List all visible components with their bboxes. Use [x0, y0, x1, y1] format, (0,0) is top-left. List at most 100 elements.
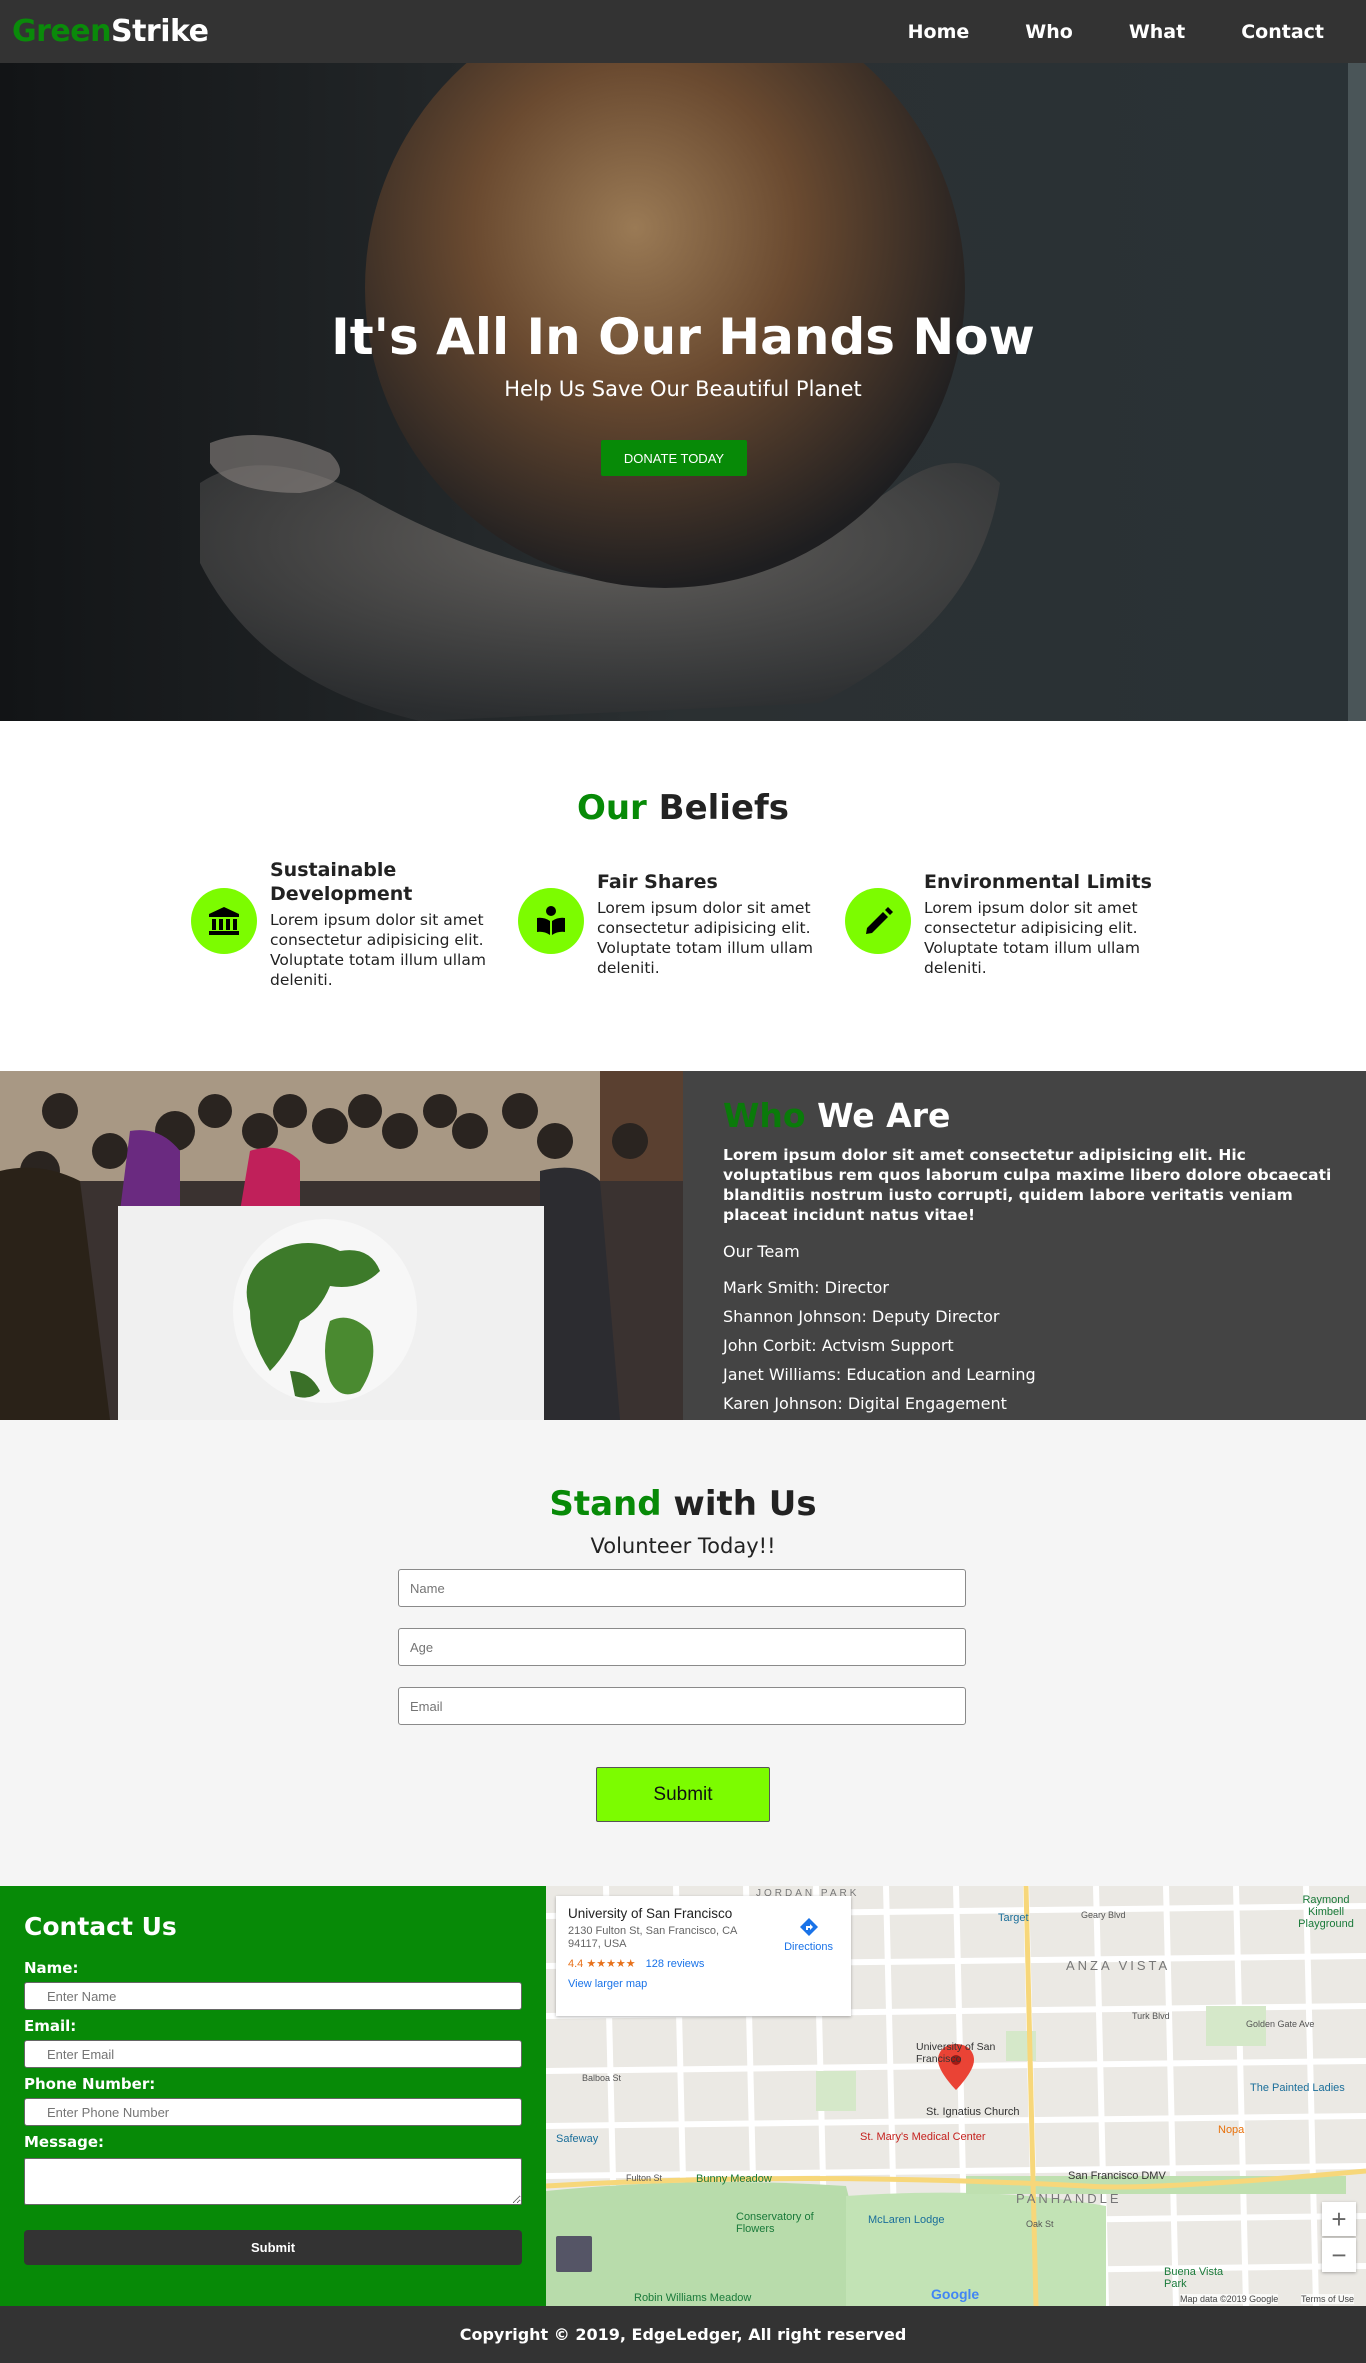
- pencil-icon: [845, 888, 911, 954]
- map-label-fulton: Fulton St: [626, 2173, 663, 2183]
- belief-card-sustainable: Sustainable Development Lorem ipsum dolo…: [191, 858, 501, 998]
- map-label-conservatory: Conservatory of Flowers: [736, 2211, 814, 2235]
- team-heading: Our Team: [723, 1242, 800, 1261]
- who-lead-text: Lorem ipsum dolor sit amet consectetur a…: [723, 1146, 1332, 1224]
- map-label-target: Target: [998, 1912, 1029, 1924]
- map-rating: 4.4 ★★★★★ 128 reviews: [568, 1957, 839, 1970]
- beliefs-title: Our Beliefs: [0, 788, 1366, 828]
- belief-card-fair-shares: Fair Shares Lorem ipsum dolor sit amet c…: [518, 858, 828, 998]
- zoom-out-button[interactable]: −: [1322, 2238, 1356, 2272]
- map-label-bunny: Bunny Meadow: [696, 2173, 772, 2185]
- map-terms-link[interactable]: Terms of Use: [1301, 2294, 1355, 2304]
- volunteer-section: Stand with Us Volunteer Today!! Submit: [0, 1420, 1366, 1886]
- beliefs-title-green: Our: [576, 788, 647, 828]
- map-place-address: 2130 Fulton St, San Francisco, CA 94117,…: [568, 1925, 737, 1950]
- team-photo: [0, 1071, 683, 1420]
- contact-submit-button[interactable]: Submit: [24, 2230, 522, 2265]
- who-we-are-section: Who We Are Lorem ipsum dolor sit amet co…: [0, 1071, 1366, 1420]
- volunteer-subtitle: Volunteer Today!!: [590, 1534, 776, 1558]
- hero-subtitle: Help Us Save Our Beautiful Planet: [504, 377, 862, 401]
- donate-button[interactable]: DONATE TODAY: [601, 440, 747, 476]
- belief-card-environmental: Environmental Limits Lorem ipsum dolor s…: [845, 858, 1155, 998]
- nav-what-link[interactable]: What: [1101, 21, 1213, 43]
- map-label-golden: Golden Gate Ave: [1246, 2019, 1315, 2029]
- map-label-mclaren: McLaren Lodge: [868, 2214, 945, 2226]
- team-member: Shannon Johnson: Deputy Director: [723, 1307, 1000, 1326]
- volunteer-email-input[interactable]: [398, 1687, 966, 1725]
- stand-title: Stand with Us: [0, 1484, 1366, 1524]
- map-label-safeway: Safeway: [556, 2133, 599, 2145]
- map-label-nopa: Nopa: [1218, 2124, 1245, 2136]
- belief-title: Sustainable Development: [270, 859, 413, 905]
- map-place-card: University of San Francisco 2130 Fulton …: [556, 1896, 851, 2016]
- brand-strike: Strike: [110, 14, 209, 49]
- map-label-geary: Geary Blvd: [1081, 1910, 1126, 1920]
- brand-green: Green: [12, 14, 111, 49]
- google-logo: Google: [931, 2286, 980, 2302]
- book-reader-icon: [518, 888, 584, 954]
- copyright-text: Copyright © 2019, EdgeLedger, All right …: [459, 2325, 907, 2344]
- beliefs-title-rest: Beliefs: [646, 788, 790, 828]
- map-label-painted: The Painted Ladies: [1250, 2082, 1345, 2094]
- embedded-map[interactable]: JORDAN PARK ANZA VISTA PANHANDLE Univers…: [546, 1886, 1366, 2306]
- map-reviews-link[interactable]: 128 reviews: [646, 1958, 705, 1970]
- top-navbar: GreenStrike Home Who What Contact: [0, 0, 1366, 63]
- nav-menu: Home Who What Contact: [880, 21, 1354, 43]
- volunteer-submit-button[interactable]: Submit: [596, 1767, 770, 1822]
- map-label-balboa: Balboa St: [582, 2073, 622, 2083]
- team-member: Janet Williams: Education and Learning: [723, 1365, 1036, 1384]
- footer: Copyright © 2019, EdgeLedger, All right …: [0, 2306, 1366, 2363]
- bank-icon: [191, 888, 257, 954]
- map-label-robin: Robin Williams Meadow: [634, 2292, 752, 2304]
- belief-title: Environmental Limits: [924, 871, 1152, 893]
- stand-title-green: Stand: [549, 1484, 662, 1524]
- who-title-rest: We Are: [805, 1096, 951, 1135]
- belief-text: Lorem ipsum dolor sit amet consectetur a…: [924, 899, 1140, 977]
- directions-icon: [799, 1918, 818, 1936]
- who-title: Who We Are: [723, 1096, 1333, 1135]
- nav-home-link[interactable]: Home: [880, 21, 998, 43]
- hero-title: It's All In Our Hands Now: [331, 308, 1035, 366]
- map-label-ignatius: St. Ignatius Church: [926, 2106, 1020, 2118]
- nav-who-link[interactable]: Who: [997, 21, 1101, 43]
- map-label-panhandle: PANHANDLE: [1016, 2191, 1122, 2206]
- map-label-anza: ANZA VISTA: [1066, 1958, 1171, 1973]
- team-member: Karen Johnson: Digital Engagement: [723, 1394, 1007, 1413]
- directions-label: Directions: [784, 1941, 833, 1953]
- map-label-stmary: St. Mary's Medical Center: [860, 2131, 986, 2143]
- contact-form: Contact Us Name: Email: Phone Number: Me…: [0, 1886, 546, 2306]
- contact-title: Contact Us: [24, 1912, 177, 1941]
- map-label-buena: Buena Vista Park: [1164, 2266, 1224, 2290]
- email-label: Email:: [24, 2017, 77, 2035]
- name-label: Name:: [24, 1959, 79, 1977]
- contact-email-input[interactable]: [24, 2040, 522, 2068]
- map-rating-stars: 4.4 ★★★★★: [568, 1958, 636, 1970]
- who-title-green: Who: [723, 1096, 806, 1135]
- stand-title-rest: with Us: [661, 1484, 817, 1524]
- map-label-raymond: Raymond Kimbell Playground: [1298, 1894, 1354, 1930]
- contact-phone-input[interactable]: [24, 2098, 522, 2126]
- map-label-turk: Turk Blvd: [1132, 2011, 1170, 2021]
- map-label-oak: Oak St: [1026, 2219, 1054, 2229]
- zoom-in-button[interactable]: +: [1322, 2202, 1356, 2236]
- phone-label: Phone Number:: [24, 2075, 156, 2093]
- belief-text: Lorem ipsum dolor sit amet consectetur a…: [270, 911, 486, 989]
- who-text-block: Who We Are Lorem ipsum dolor sit amet co…: [723, 1096, 1333, 1413]
- view-larger-map-link[interactable]: View larger map: [568, 1978, 839, 1990]
- map-label-sfdmv: San Francisco DMV: [1068, 2170, 1166, 2182]
- volunteer-age-input[interactable]: [398, 1628, 966, 1666]
- map-label-usf: University of San Francisco: [916, 2041, 996, 2065]
- belief-text: Lorem ipsum dolor sit amet consectetur a…: [597, 899, 813, 977]
- map-attribution: Map data ©2019 Google: [1180, 2294, 1279, 2304]
- message-label: Message:: [24, 2133, 104, 2151]
- team-member: Mark Smith: Director: [723, 1278, 889, 1297]
- contact-name-input[interactable]: [24, 1982, 522, 2010]
- volunteer-name-input[interactable]: [398, 1569, 966, 1607]
- contact-message-textarea[interactable]: [24, 2158, 522, 2205]
- hero-section: It's All In Our Hands Now Help Us Save O…: [0, 63, 1366, 721]
- brand-logo[interactable]: GreenStrike: [12, 14, 209, 49]
- directions-button[interactable]: Directions: [784, 1916, 833, 1953]
- team-member: John Corbit: Actvism Support: [723, 1336, 954, 1355]
- belief-title: Fair Shares: [597, 871, 718, 893]
- nav-contact-link[interactable]: Contact: [1213, 21, 1354, 43]
